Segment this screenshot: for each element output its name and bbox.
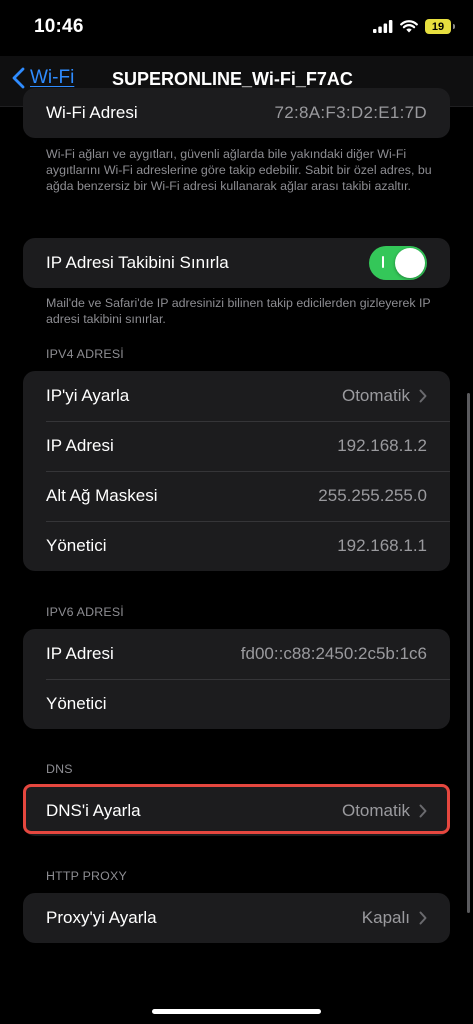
back-label: Wi-Fi (30, 67, 75, 88)
battery-indicator: 19 (425, 19, 455, 34)
dns-section-header: DNS (46, 762, 73, 776)
configure-dns-row[interactable]: DNS'i Ayarla Otomatik (23, 786, 450, 836)
configure-dns-value: Otomatik (341, 801, 410, 820)
ipv4-address-label: IP Adresi (46, 436, 114, 455)
configure-proxy-row[interactable]: Proxy'yi Ayarla Kapalı (23, 893, 450, 943)
ip-tracking-footnote: Mail'de ve Safari'de IP adresinizi bilin… (46, 296, 431, 327)
ipv6-group: IP Adresi fd00::c88:2450:2c5b:1c6 Yöneti… (23, 629, 450, 729)
status-bar: 10:46 19 (0, 0, 473, 56)
subnet-mask-row: Alt Ağ Maskesi 255.255.255.0 (23, 471, 450, 521)
ip-tracking-group: IP Adresi Takibini Sınırla (23, 238, 450, 288)
ipv6-router-label: Yönetici (46, 694, 107, 713)
ipv6-address-label: IP Adresi (46, 644, 114, 663)
wifi-address-footnote: Wi-Fi ağları ve aygıtları, güvenli ağlar… (46, 147, 432, 194)
subnet-mask-value: 255.255.255.0 (318, 486, 427, 505)
configure-proxy-label: Proxy'yi Ayarla (46, 908, 157, 927)
subnet-mask-label: Alt Ağ Maskesi (46, 486, 158, 505)
ipv6-address-value: fd00::c88:2450:2c5b:1c6 (240, 644, 427, 663)
chevron-right-icon (419, 389, 427, 403)
ipv4-section-header: IPV4 ADRESİ (46, 347, 124, 361)
proxy-group: Proxy'yi Ayarla Kapalı (23, 893, 450, 943)
status-time: 10:46 (34, 16, 84, 37)
wifi-address-label: Wi-Fi Adresi (46, 103, 138, 122)
home-indicator[interactable] (152, 1009, 321, 1014)
ipv4-group: IP'yi Ayarla Otomatik IP Adresi 192.168.… (23, 371, 450, 571)
configure-dns-label: DNS'i Ayarla (46, 801, 141, 820)
ipv4-address-value: 192.168.1.2 (337, 436, 427, 455)
wifi-address-value: 72:8A:F3:D2:E1:7D (274, 103, 427, 122)
wifi-address-row: Wi-Fi Adresi 72:8A:F3:D2:E1:7D (23, 88, 450, 138)
toggle-on-mark (382, 256, 384, 268)
proxy-section-header: HTTP PROXY (46, 869, 127, 883)
configure-ip-label: IP'yi Ayarla (46, 386, 130, 405)
chevron-right-icon (419, 911, 427, 925)
scroll-indicator[interactable] (467, 393, 470, 913)
ipv6-address-row: IP Adresi fd00::c88:2450:2c5b:1c6 (23, 629, 450, 679)
ipv4-router-value: 192.168.1.1 (337, 536, 427, 555)
status-icons: 19 (373, 19, 455, 34)
wifi-address-group: Wi-Fi Adresi 72:8A:F3:D2:E1:7D (23, 88, 450, 138)
cellular-signal-icon (373, 20, 393, 33)
ipv6-router-row: Yönetici (23, 679, 450, 729)
ipv4-router-label: Yönetici (46, 536, 107, 555)
configure-proxy-value: Kapalı (361, 908, 410, 927)
wifi-icon (400, 20, 418, 33)
back-button[interactable]: Wi-Fi (12, 67, 74, 89)
ipv4-router-row: Yönetici 192.168.1.1 (23, 521, 450, 571)
ipv4-address-row: IP Adresi 192.168.1.2 (23, 421, 450, 471)
battery-level: 19 (431, 20, 445, 33)
toggle-knob (395, 248, 425, 278)
ip-tracking-toggle[interactable] (369, 246, 427, 280)
page-title: SUPERONLINE_Wi-Fi_F7AC (112, 69, 353, 89)
ip-tracking-label: IP Adresi Takibini Sınırla (46, 253, 229, 272)
configure-ip-value: Otomatik (341, 386, 410, 405)
configure-ip-row[interactable]: IP'yi Ayarla Otomatik (23, 371, 450, 421)
dns-group: DNS'i Ayarla Otomatik (23, 786, 450, 836)
ip-tracking-row: IP Adresi Takibini Sınırla (23, 238, 450, 288)
ipv6-section-header: IPV6 ADRESİ (46, 605, 124, 619)
chevron-right-icon (419, 804, 427, 818)
chevron-left-icon (12, 67, 25, 89)
